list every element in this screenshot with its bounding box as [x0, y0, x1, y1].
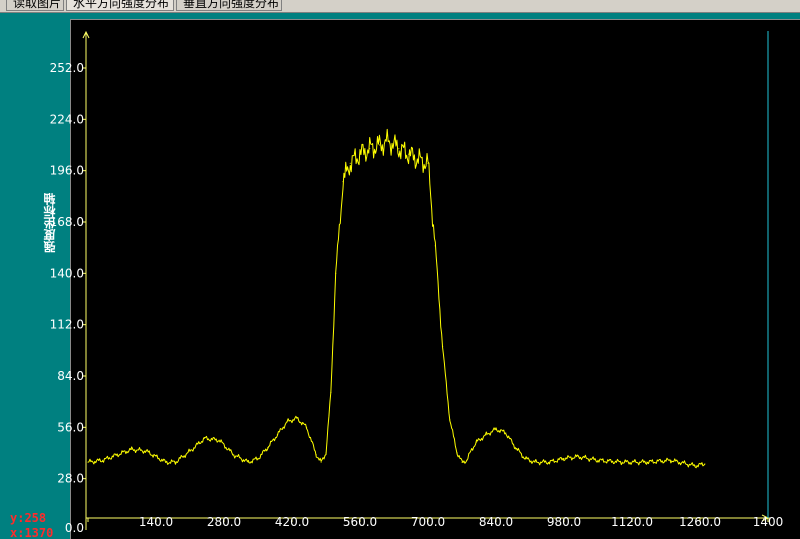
- intensity-line-series: [87, 128, 706, 469]
- intensity-data-point: [335, 272, 337, 274]
- intensity-data-point: [427, 162, 429, 164]
- intensity-data-point: [296, 417, 298, 419]
- x-tick-label: 1120.0: [611, 515, 653, 529]
- x-tick-label: 840.0: [479, 515, 513, 529]
- intensity-data-point: [471, 448, 473, 450]
- intensity-data-point: [621, 461, 623, 463]
- intensity-data-point: [398, 148, 400, 150]
- intensity-data-point: [369, 148, 371, 150]
- intensity-data-point: [534, 461, 536, 463]
- intensity-data-point: [145, 450, 147, 452]
- x-tick-label: 560.0: [343, 515, 377, 529]
- intensity-data-point: [233, 454, 235, 456]
- origin-tick-label: 0.0: [65, 521, 84, 535]
- intensity-data-point: [330, 391, 332, 394]
- chart-series-layer: [87, 128, 706, 469]
- intensity-data-point: [563, 457, 565, 460]
- coordinate-x-readout: x:1370: [10, 526, 54, 539]
- intensity-data-point: [466, 459, 468, 461]
- y-tick-label: 84.0: [57, 369, 84, 383]
- x-tick-label: 1260.0: [679, 515, 721, 529]
- intensity-data-point: [276, 434, 279, 436]
- intensity-data-point: [524, 457, 526, 460]
- x-tick-label: 1400: [753, 515, 784, 529]
- intensity-data-point: [349, 162, 351, 164]
- intensity-data-point: [325, 452, 327, 454]
- intensity-data-point: [388, 140, 390, 142]
- y-tick-label: 252.0: [50, 61, 84, 75]
- x-tick-label: 280.0: [207, 515, 241, 529]
- y-tick-label: 56.0: [57, 420, 84, 434]
- intensity-data-point: [704, 463, 706, 465]
- y-tick-label: 196.0: [50, 164, 84, 178]
- intensity-data-point: [407, 153, 410, 155]
- y-tick-label: 112.0: [50, 318, 84, 332]
- x-tick-label: 140.0: [139, 515, 173, 529]
- intensity-chart: 28.0 56.0 84.0 112.0 140.0 168.0 196.0 224.0 252…: [50, 30, 784, 535]
- intensity-data-point: [495, 428, 497, 430]
- y-tick-label: 168.0: [50, 215, 84, 229]
- intensity-data-point: [286, 421, 288, 423]
- intensity-data-point: [203, 437, 206, 439]
- intensity-data-point: [359, 153, 361, 155]
- intensity-data-point: [434, 245, 436, 247]
- intensity-data-point: [645, 461, 648, 463]
- intensity-data-point: [267, 446, 269, 449]
- application-window: 读取图片 水平方向强度分布 垂直方向强度分布 强度坐标轴 28.0 56.0 84.…: [0, 0, 800, 539]
- intensity-data-point: [116, 454, 118, 456]
- intensity-data-point: [670, 459, 672, 461]
- intensity-data-point: [342, 181, 344, 183]
- x-tick-label: 700.0: [411, 515, 445, 529]
- intensity-data-point: [165, 461, 167, 463]
- intensity-data-point: [505, 432, 507, 434]
- intensity-data-point: [174, 461, 177, 463]
- x-tick-label: 980.0: [547, 515, 581, 529]
- intensity-data-point: [417, 159, 419, 161]
- intensity-data-point: [155, 456, 157, 458]
- y-tick-label: 224.0: [50, 112, 84, 126]
- intensity-data-point: [597, 459, 599, 461]
- intensity-data-point: [548, 461, 551, 463]
- intensity-data-point: [218, 439, 220, 441]
- intensity-data-point: [441, 346, 444, 348]
- intensity-data-point: [257, 457, 259, 460]
- y-tick-label: 140.0: [50, 266, 84, 280]
- chart-ticks: 28.0 56.0 84.0 112.0 140.0 168.0 196.0 224.0 252…: [50, 61, 784, 535]
- intensity-data-point: [485, 434, 487, 436]
- y-tick-label: 28.0: [57, 472, 84, 486]
- intensity-data-point: [247, 461, 249, 463]
- intensity-data-point: [694, 465, 696, 467]
- intensity-data-point: [577, 456, 580, 458]
- intensity-data-point: [315, 454, 317, 456]
- x-tick-label: 420.0: [275, 515, 309, 529]
- intensity-data-point: [131, 448, 133, 450]
- coordinate-y-readout: y:258: [10, 511, 47, 525]
- intensity-data-point: [87, 461, 89, 463]
- intensity-data-point: [101, 459, 104, 461]
- intensity-data-point: [320, 461, 322, 463]
- intensity-data-point: [378, 144, 381, 146]
- intensity-data-point: [189, 450, 191, 452]
- intensity-data-point: [305, 426, 308, 428]
- intensity-data-point: [461, 461, 463, 463]
- intensity-data-point: [456, 452, 458, 454]
- intensity-data-point: [514, 446, 517, 449]
- coordinate-readout: y:258 x:1370: [10, 510, 53, 539]
- intensity-data-point: [449, 419, 451, 421]
- intensity-data-point: [475, 441, 478, 443]
